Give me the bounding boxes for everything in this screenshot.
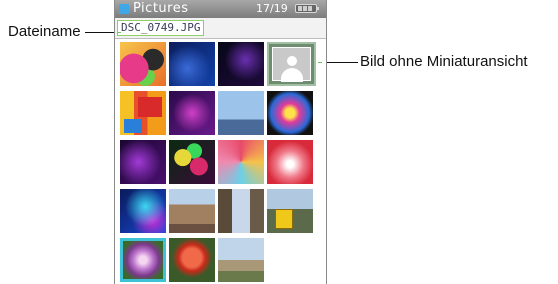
blue-waves-thumbnail[interactable] — [120, 189, 166, 233]
red-rose-thumbnail[interactable] — [169, 238, 215, 282]
filename-highlight-line — [117, 32, 121, 33]
placeholder-frame — [272, 47, 311, 82]
town-view-thumbnail[interactable] — [218, 238, 264, 282]
filename-callout-line — [85, 32, 117, 33]
purple-smoke-thumbnail[interactable] — [169, 91, 215, 135]
image-counter: 17/19 — [256, 2, 288, 15]
app-title: Pictures — [133, 1, 189, 16]
street-thumbnail[interactable] — [218, 189, 264, 233]
device-screen: Pictures 17/19 DSC_0749.JPG — [114, 0, 327, 284]
battery-icon — [295, 4, 319, 13]
no-thumbnail-callout-label: Bild ohne Miniaturansicht — [360, 53, 528, 70]
color-squares-thumbnail[interactable] — [218, 140, 264, 184]
bokeh-thumbnail[interactable] — [169, 140, 215, 184]
purple-abstract-thumbnail[interactable] — [120, 140, 166, 184]
balloons-thumbnail[interactable] — [120, 42, 166, 86]
person-icon-body — [281, 68, 303, 82]
tram-thumbnail[interactable] — [267, 189, 313, 233]
old-building-thumbnail[interactable] — [169, 189, 215, 233]
person-icon-head — [287, 56, 297, 66]
color-block-blue — [124, 119, 142, 133]
filename-callout-label: Dateiname — [8, 23, 81, 40]
splash-thumbnail[interactable] — [267, 91, 313, 135]
blue-particles-thumbnail[interactable] — [169, 42, 215, 86]
color-block-red — [138, 97, 162, 117]
filename-text: DSC_0749.JPG — [117, 20, 205, 36]
pictures-app-icon — [119, 4, 129, 14]
color-blocks-thumbnail[interactable] — [120, 91, 166, 135]
purple-flower-thumbnail[interactable] — [120, 238, 166, 282]
no-thumbnail-highlight-line — [318, 62, 322, 63]
title-bar: Pictures 17/19 — [115, 0, 326, 18]
starfield-thumbnail[interactable] — [218, 42, 264, 86]
tram-icon — [275, 209, 293, 229]
crowd-sky-thumbnail[interactable] — [218, 91, 264, 135]
no-thumbnail-placeholder[interactable] — [267, 42, 316, 86]
filename-bar: DSC_0749.JPG — [115, 18, 326, 39]
red-blur-thumbnail[interactable] — [267, 140, 313, 184]
